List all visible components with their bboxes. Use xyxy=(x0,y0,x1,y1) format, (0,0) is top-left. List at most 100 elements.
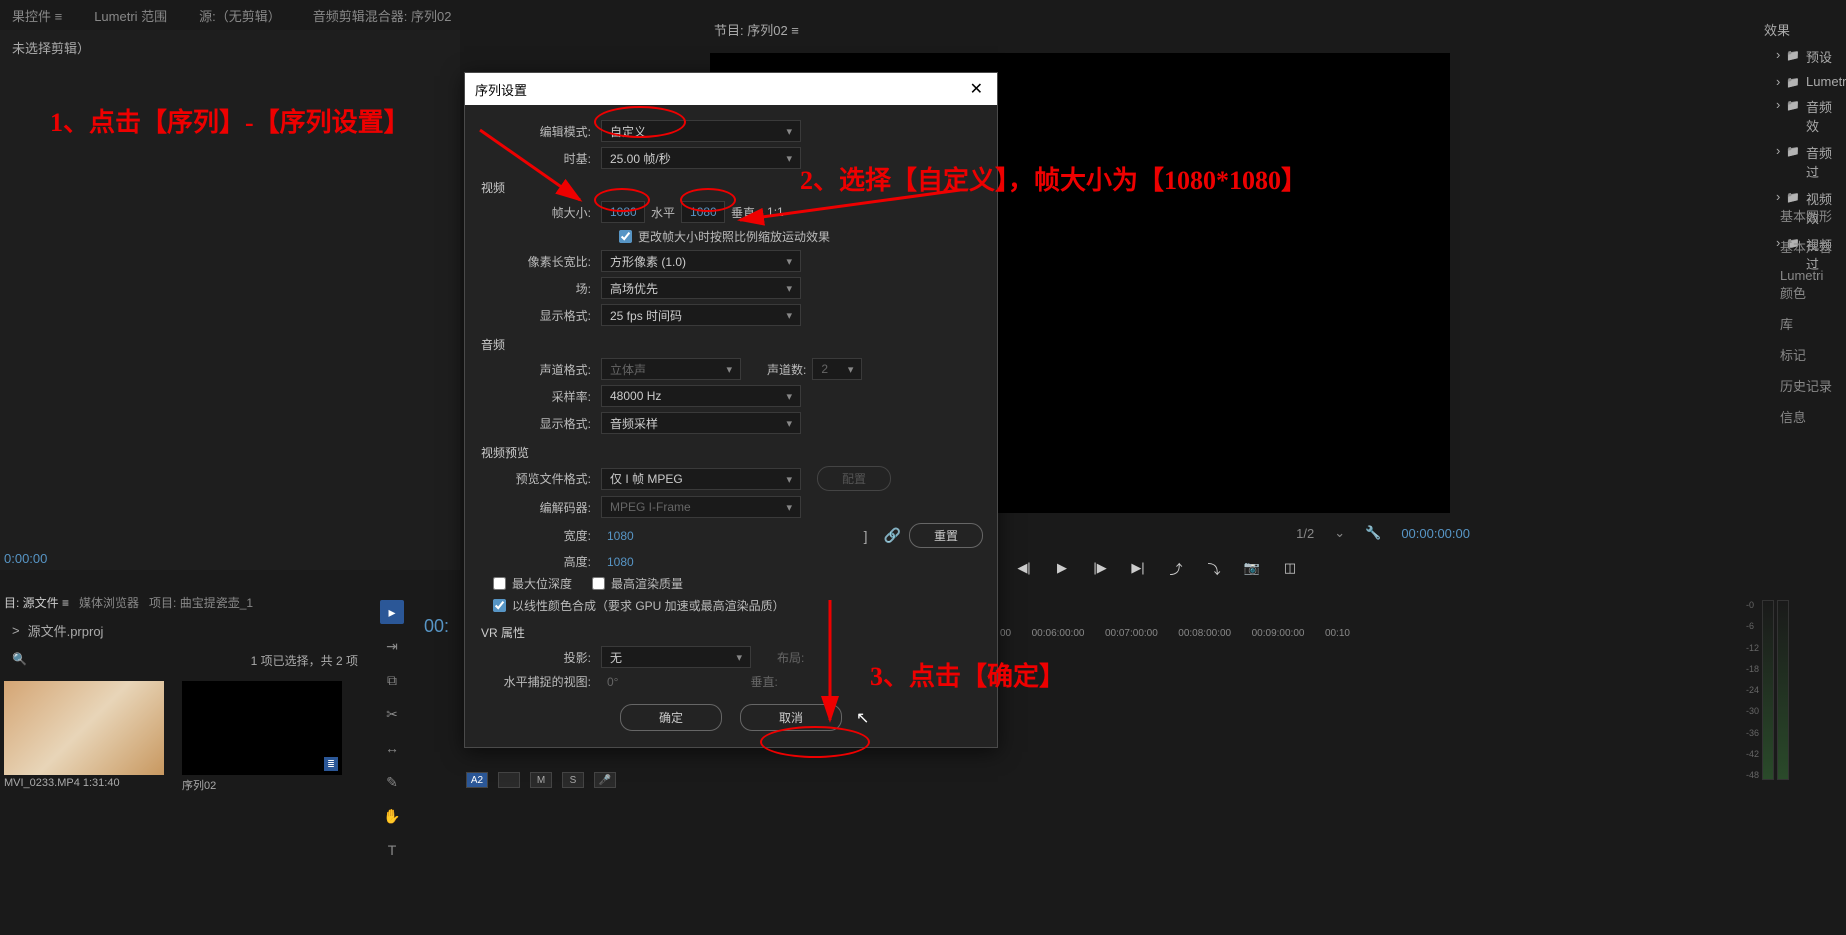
go-next-icon[interactable]: ▶| xyxy=(1128,558,1148,578)
panel-essential-graphics[interactable]: 基本图形 xyxy=(1770,200,1846,231)
dialog-title: 序列设置 xyxy=(475,80,527,99)
preview-height-value[interactable]: 1080 xyxy=(601,555,640,569)
layout-label: 布局: xyxy=(771,649,810,666)
tab-media-browser[interactable]: 媒体浏览器 xyxy=(79,594,139,611)
link-icon[interactable]: 🔗 xyxy=(876,527,909,544)
chevron-down-icon xyxy=(786,281,792,295)
preview-section: 视频预览 xyxy=(481,444,983,461)
step-back-icon[interactable]: ◀| xyxy=(1014,558,1034,578)
track-a2[interactable]: A2 xyxy=(466,772,488,788)
ripple-tool[interactable]: ⧉ xyxy=(380,668,404,692)
reset-button[interactable]: 重置 xyxy=(909,523,983,548)
tab-project-2[interactable]: 项目: 曲宝提瓷壶_1 xyxy=(149,594,253,611)
mute-button[interactable]: M xyxy=(530,772,552,788)
scale-motion-checkbox[interactable]: 更改帧大小时按照比例缩放运动效果 xyxy=(619,228,830,245)
fx-audio-fx[interactable]: ›音频效 xyxy=(1756,93,1846,139)
chevron-icon: › xyxy=(1776,143,1780,181)
video-display-select[interactable]: 25 fps 时间码 xyxy=(601,304,801,326)
tab-project-source[interactable]: 目: 源文件 ≡ xyxy=(4,594,69,611)
search-icon[interactable]: 🔍 xyxy=(12,652,27,669)
timeline-ruler[interactable]: 0000:06:00:0000:07:00:0000:08:00:0000:09… xyxy=(1000,628,1350,639)
channel-format-select: 立体声 xyxy=(601,358,741,380)
fx-presets[interactable]: ›预设 xyxy=(1756,43,1846,70)
chevron-down-icon xyxy=(786,416,792,430)
panel-libraries[interactable]: 库 xyxy=(1770,308,1846,339)
slip-tool[interactable]: ↔ xyxy=(380,736,404,760)
hand-tool[interactable]: ✋ xyxy=(380,804,404,828)
hcapture-label: 水平捕捉的视图: xyxy=(479,673,601,690)
sequence-thumbnail[interactable]: ≣ xyxy=(182,681,342,775)
chevron-down-icon xyxy=(786,308,792,322)
ok-button[interactable]: 确定 xyxy=(620,704,722,731)
wrench-icon[interactable]: 🔧 xyxy=(1365,525,1381,541)
hcapture-value: 0° xyxy=(601,675,624,689)
voiceover-icon[interactable]: 🎤 xyxy=(594,772,616,788)
pixel-ar-select[interactable]: 方形像素 (1.0) xyxy=(601,250,801,272)
tab-source[interactable]: 源:（无剪辑） xyxy=(187,2,293,29)
panel-info[interactable]: 信息 xyxy=(1770,401,1846,432)
track-toggle[interactable] xyxy=(498,772,520,788)
chevron-down-icon xyxy=(786,500,792,514)
close-icon[interactable]: ✕ xyxy=(966,79,987,99)
compare-icon[interactable]: ◫ xyxy=(1280,558,1300,578)
channel-count-label: 声道数: xyxy=(761,361,812,378)
vcapture-label: 垂直: xyxy=(744,673,783,690)
projection-select[interactable]: 无 xyxy=(601,646,751,668)
edit-mode-select[interactable]: 自定义 xyxy=(601,120,801,142)
folder-icon xyxy=(1786,97,1800,135)
chevron-down-icon xyxy=(786,254,792,268)
fx-audio-trans[interactable]: ›音频过 xyxy=(1756,139,1846,185)
type-tool[interactable]: T xyxy=(380,838,404,862)
fields-label: 场: xyxy=(479,280,601,297)
sequence-label: 序列02 xyxy=(182,777,342,793)
lift-icon[interactable]: ⤴ xyxy=(1166,558,1186,578)
audio-meters: -0-6-12-18-24-30-36-42-48 xyxy=(1746,600,1806,780)
edit-mode-label: 编辑模式: xyxy=(479,123,601,140)
vertical-label: 垂直 xyxy=(725,204,761,221)
fields-select[interactable]: 高场优先 xyxy=(601,277,801,299)
chevron-icon: › xyxy=(1776,97,1780,135)
selection-info: 1 项已选择，共 2 项 xyxy=(251,652,358,669)
timeline-timecode[interactable]: 00: xyxy=(424,616,449,637)
panel-lumetri-color[interactable]: Lumetri 颜色 xyxy=(1770,262,1846,308)
cancel-button[interactable]: 取消 xyxy=(740,704,842,731)
sample-rate-select[interactable]: 48000 Hz xyxy=(601,385,801,407)
zoom-dropdown-icon[interactable]: ⌄ xyxy=(1334,525,1345,541)
track-select-tool[interactable]: ⇥ xyxy=(380,634,404,658)
timebase-select[interactable]: 25.00 帧/秒 xyxy=(601,147,801,169)
max-quality-checkbox[interactable]: 最高渲染质量 xyxy=(592,575,683,592)
channel-format-label: 声道格式: xyxy=(479,361,601,378)
pen-tool[interactable]: ✎ xyxy=(380,770,404,794)
panel-markers[interactable]: 标记 xyxy=(1770,339,1846,370)
frame-width-input[interactable] xyxy=(601,201,645,223)
chevron-icon[interactable]: > xyxy=(12,623,20,638)
preview-width-value[interactable]: 1080 xyxy=(601,529,640,543)
preview-file-select[interactable]: 仅 I 帧 MPEG xyxy=(601,468,801,490)
sequence-badge-icon: ≣ xyxy=(324,757,338,771)
max-depth-checkbox[interactable]: 最大位深度 xyxy=(493,575,572,592)
tab-audio-mixer[interactable]: 音频剪辑混合器: 序列02 xyxy=(301,2,464,29)
source-no-clip: 未选择剪辑） xyxy=(0,30,460,65)
tab-lumetri-scopes[interactable]: Lumetri 范围 xyxy=(82,2,179,29)
solo-button[interactable]: S xyxy=(562,772,584,788)
aspect-ratio: 1:1 xyxy=(761,205,790,219)
linear-color-checkbox[interactable]: 以线性颜色合成（要求 GPU 加速或最高渲染品质） xyxy=(493,597,785,614)
audio-display-label: 显示格式: xyxy=(479,415,601,432)
vr-section: VR 属性 xyxy=(481,624,983,641)
panel-essential-sound[interactable]: 基本声音 xyxy=(1770,231,1846,262)
frame-height-input[interactable] xyxy=(681,201,725,223)
panel-history[interactable]: 历史记录 xyxy=(1770,370,1846,401)
zoom-level[interactable]: 1/2 xyxy=(1296,526,1314,541)
tab-effect-controls[interactable]: 果控件 ≡ xyxy=(0,2,74,29)
clip-thumbnail[interactable] xyxy=(4,681,164,775)
extract-icon[interactable]: ⤵ xyxy=(1204,558,1224,578)
export-frame-icon[interactable]: 📷 xyxy=(1242,558,1262,578)
fx-lumetri[interactable]: ›Lumetr xyxy=(1756,70,1846,93)
step-fwd-icon[interactable]: |▶ xyxy=(1090,558,1110,578)
audio-display-select[interactable]: 音频采样 xyxy=(601,412,801,434)
play-icon[interactable]: ▶ xyxy=(1052,558,1072,578)
chevron-down-icon xyxy=(786,472,792,486)
folder-icon xyxy=(1786,47,1800,66)
razor-tool[interactable]: ✂ xyxy=(380,702,404,726)
selection-tool[interactable]: ▸ xyxy=(380,600,404,624)
